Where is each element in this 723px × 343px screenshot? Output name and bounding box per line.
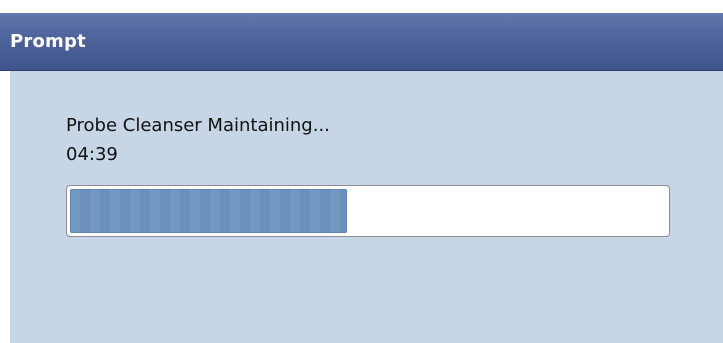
dialog-titlebar[interactable]: Prompt (0, 13, 723, 71)
countdown-timer: 04:39 (66, 144, 118, 165)
dialog-title: Prompt (10, 31, 86, 52)
prompt-dialog: Prompt Probe Cleanser Maintaining... 04:… (0, 0, 723, 343)
progress-bar-fill (70, 189, 347, 233)
dialog-body: Probe Cleanser Maintaining... 04:39 (10, 71, 723, 343)
status-message: Probe Cleanser Maintaining... (66, 115, 330, 136)
progress-bar (66, 185, 670, 237)
